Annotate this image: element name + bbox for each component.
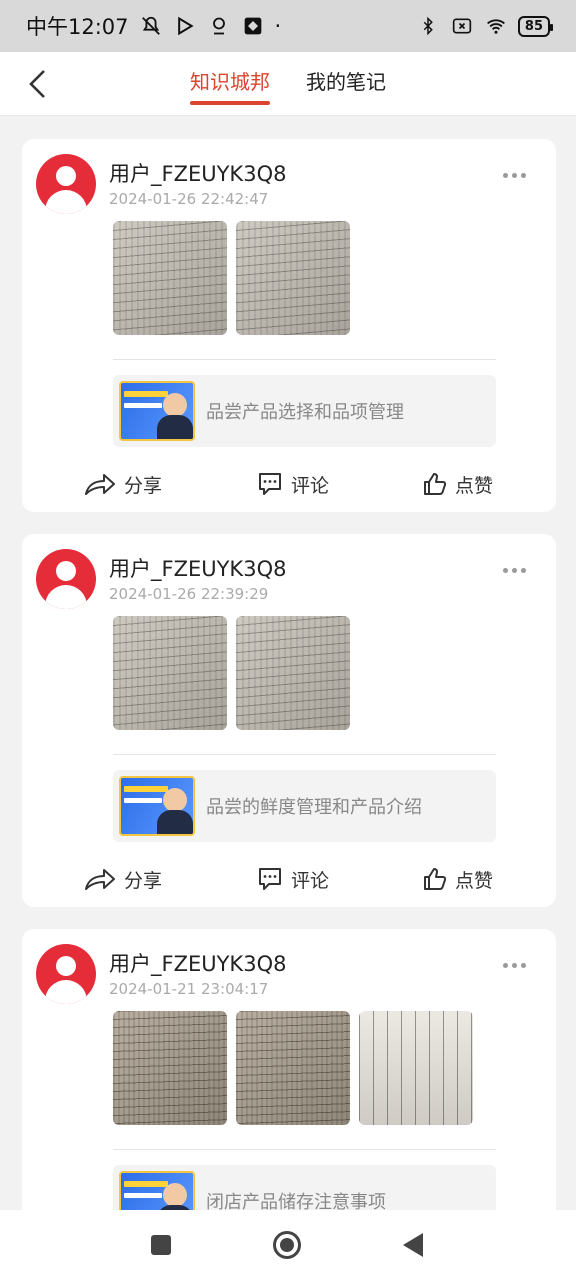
post-time: 2024-01-26 22:42:47 bbox=[109, 190, 269, 208]
share-label: 分享 bbox=[124, 869, 163, 892]
share-label: 分享 bbox=[124, 474, 163, 497]
divider bbox=[113, 359, 496, 360]
square-icon bbox=[151, 1235, 171, 1255]
circle-icon bbox=[273, 1231, 301, 1259]
battery-indicator: 85 bbox=[517, 15, 554, 37]
comment-icon bbox=[259, 473, 281, 495]
divider bbox=[113, 1149, 496, 1150]
comment-label: 评论 bbox=[291, 869, 330, 892]
avatar[interactable] bbox=[36, 154, 96, 214]
action-bar: 分享 评论 点赞 bbox=[22, 854, 556, 904]
app-icon bbox=[241, 14, 265, 38]
like-label: 点赞 bbox=[455, 474, 494, 497]
note-photo[interactable] bbox=[236, 616, 350, 730]
action-bar: 分享 评论 点赞 bbox=[22, 459, 556, 509]
note-photo[interactable] bbox=[236, 221, 350, 335]
mute-icon bbox=[139, 14, 163, 38]
course-link[interactable]: 品尝的鲜度管理和产品介绍 bbox=[113, 770, 496, 842]
status-right: 85 bbox=[416, 14, 554, 38]
post-time: 2024-01-21 23:04:17 bbox=[109, 980, 269, 998]
recent-apps-button[interactable] bbox=[146, 1230, 176, 1260]
status-bar: 中午12:07 · 85 bbox=[0, 0, 576, 52]
like-button[interactable]: 点赞 bbox=[423, 471, 493, 498]
like-label: 点赞 bbox=[455, 869, 494, 892]
course-link[interactable]: 品尝产品选择和品项管理 bbox=[113, 375, 496, 447]
thumbs-up-icon bbox=[424, 868, 447, 890]
comment-label: 评论 bbox=[291, 474, 330, 497]
share-button[interactable]: 分享 bbox=[84, 866, 162, 893]
course-title: 品尝的鲜度管理和产品介绍 bbox=[206, 797, 422, 818]
sim-icon bbox=[450, 14, 474, 38]
system-nav-bar bbox=[0, 1210, 576, 1280]
triangle-back-icon bbox=[403, 1233, 423, 1257]
post-time: 2024-01-26 22:39:29 bbox=[109, 585, 269, 603]
back-nav-button[interactable] bbox=[398, 1230, 428, 1260]
share-icon bbox=[85, 869, 115, 890]
note-photo[interactable] bbox=[113, 1011, 227, 1125]
note-photo[interactable] bbox=[113, 616, 227, 730]
header: 知识城邦 我的笔记 bbox=[0, 52, 576, 116]
status-time: 中午12:07 bbox=[26, 15, 129, 39]
comment-button[interactable]: 评论 bbox=[257, 866, 329, 893]
course-title: 闭店产品储存注意事项 bbox=[206, 1192, 386, 1210]
more-options-icon[interactable] bbox=[503, 173, 526, 178]
divider bbox=[113, 754, 496, 755]
bluetooth-icon bbox=[416, 14, 440, 38]
more-options-icon[interactable] bbox=[503, 568, 526, 573]
status-left: 中午12:07 · bbox=[26, 11, 281, 41]
course-link[interactable]: 闭店产品储存注意事项 bbox=[113, 1165, 496, 1210]
note-photo[interactable] bbox=[236, 1011, 350, 1125]
note-photo[interactable] bbox=[359, 1011, 473, 1125]
tab-knowledge-city[interactable]: 知识城邦 bbox=[190, 66, 270, 105]
comment-icon bbox=[259, 868, 281, 890]
user-name[interactable]: 用户_FZEUYK3Q8 bbox=[109, 158, 286, 188]
home-button[interactable] bbox=[272, 1230, 302, 1260]
avatar[interactable] bbox=[36, 549, 96, 609]
like-button[interactable]: 点赞 bbox=[423, 866, 493, 893]
chevron-left-icon bbox=[29, 70, 45, 98]
comment-button[interactable]: 评论 bbox=[257, 471, 329, 498]
user-name[interactable]: 用户_FZEUYK3Q8 bbox=[109, 553, 286, 583]
post-card: 用户_FZEUYK3Q8 2024-01-26 22:42:47 品尝产品选择和… bbox=[22, 139, 556, 512]
tab-my-notes[interactable]: 我的笔记 bbox=[306, 66, 386, 101]
photo-grid bbox=[113, 616, 350, 730]
user-name[interactable]: 用户_FZEUYK3Q8 bbox=[109, 948, 286, 978]
back-button[interactable] bbox=[22, 68, 54, 100]
play-icon bbox=[173, 14, 197, 38]
course-thumbnail bbox=[119, 776, 195, 836]
share-button[interactable]: 分享 bbox=[84, 471, 162, 498]
tab-bar: 知识城邦 我的笔记 bbox=[190, 66, 386, 105]
share-icon bbox=[85, 474, 115, 495]
status-dot: · bbox=[274, 14, 282, 38]
course-thumbnail bbox=[119, 381, 195, 441]
thumbs-up-icon bbox=[424, 473, 447, 495]
photo-grid bbox=[113, 1011, 473, 1125]
course-thumbnail bbox=[119, 1171, 195, 1210]
note-photo[interactable] bbox=[113, 221, 227, 335]
hotspot-icon bbox=[207, 14, 231, 38]
photo-grid bbox=[113, 221, 350, 335]
post-card: 用户_FZEUYK3Q8 2024-01-21 23:04:17 闭店产品储存注… bbox=[22, 929, 556, 1210]
post-card: 用户_FZEUYK3Q8 2024-01-26 22:39:29 品尝的鲜度管理… bbox=[22, 534, 556, 907]
course-title: 品尝产品选择和品项管理 bbox=[206, 402, 404, 423]
wifi-icon bbox=[484, 14, 508, 38]
post-feed[interactable]: 用户_FZEUYK3Q8 2024-01-26 22:42:47 品尝产品选择和… bbox=[0, 116, 576, 1210]
avatar[interactable] bbox=[36, 944, 96, 1004]
more-options-icon[interactable] bbox=[503, 963, 526, 968]
